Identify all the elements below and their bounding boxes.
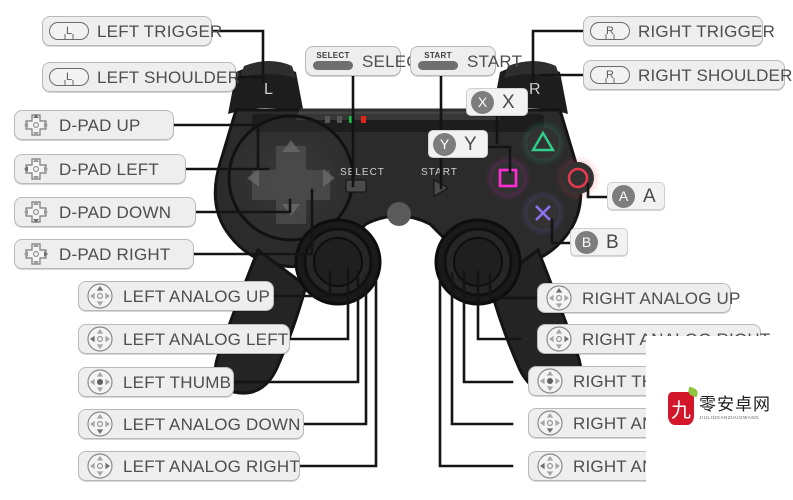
callout-label: X: [502, 91, 515, 113]
analog-down-icon: [87, 411, 113, 437]
watermark-cn-text: 零安卓网: [699, 395, 771, 416]
button-x-icon: X: [471, 90, 494, 114]
watermark-overlay: [646, 355, 793, 500]
callout-d-pad-down[interactable]: D-PAD DOWN: [14, 197, 196, 227]
callout-label: LEFT THUMB: [123, 372, 232, 392]
callout-right-analog-up[interactable]: RIGHT ANALOG UP: [537, 283, 740, 313]
callout-right-shoulder[interactable]: R RIGHT SHOULDER: [583, 60, 792, 90]
callout-d-pad-up[interactable]: D-PAD UP: [14, 110, 174, 140]
callout-label: LEFT ANALOG RIGHT: [123, 456, 300, 476]
callout-label: Y: [464, 133, 477, 155]
shoulder-right-letter: R: [529, 81, 541, 98]
callout-label: D-PAD LEFT: [59, 159, 159, 179]
diagram-canvas: L R SELECT START L LEFT TRIGGER L LEFT S…: [0, 0, 793, 500]
svg-text:START: START: [421, 167, 458, 178]
button-a-icon: A: [612, 184, 635, 208]
analog-up-icon: [87, 283, 113, 309]
analog-right-icon: [546, 326, 572, 352]
callout-label: RIGHT TRIGGER: [638, 21, 776, 41]
callout-button-y[interactable]: Y Y: [428, 130, 488, 158]
callout-button-a[interactable]: A A: [607, 182, 665, 210]
callout-label: RIGHT ANALOG UP: [582, 288, 741, 308]
right-analog-stick: [434, 218, 522, 306]
callout-d-pad-left[interactable]: D-PAD LEFT: [14, 154, 186, 184]
analog-right-icon: [87, 453, 113, 479]
left-analog-stick: [294, 218, 382, 306]
callout-label: LEFT SHOULDER: [97, 67, 241, 87]
analog-left-icon: [537, 453, 563, 479]
start-pill-icon: START: [417, 52, 459, 70]
shoulder-l-icon: L: [49, 22, 89, 40]
callout-label: START: [467, 51, 523, 71]
callout-label: A: [643, 185, 656, 207]
callout-label: LEFT TRIGGER: [97, 21, 223, 41]
callout-label: D-PAD RIGHT: [59, 244, 171, 264]
dpad-left-icon: [24, 158, 48, 180]
shoulder-r-icon: R: [590, 66, 630, 84]
analog-left-icon: [87, 326, 113, 352]
callout-left-shoulder[interactable]: L LEFT SHOULDER: [42, 62, 240, 92]
analog-up-icon: [546, 285, 572, 311]
callout-d-pad-right[interactable]: D-PAD RIGHT: [14, 239, 194, 269]
callout-left-analog-right[interactable]: LEFT ANALOG RIGHT: [78, 451, 300, 481]
seal-icon: 九: [668, 386, 699, 425]
callout-start[interactable]: START START: [410, 46, 522, 76]
callout-label: D-PAD DOWN: [59, 202, 172, 222]
analog-thumb-icon: [537, 368, 563, 394]
shoulder-l-icon: L: [49, 68, 89, 86]
dpad-down-icon: [24, 201, 48, 223]
callout-label: B: [606, 231, 619, 253]
watermark-en-text: JIULINGANZHUOWANG: [699, 414, 760, 420]
callout-left-analog-up[interactable]: LEFT ANALOG UP: [78, 281, 274, 311]
callout-button-b[interactable]: B B: [570, 228, 628, 256]
callout-label: LEFT ANALOG DOWN: [123, 414, 301, 434]
callout-label: LEFT ANALOG LEFT: [123, 329, 289, 349]
analog-thumb-icon: [87, 369, 113, 395]
shoulder-r-icon: R: [590, 22, 630, 40]
callout-label: RIGHT SHOULDER: [638, 65, 793, 85]
callout-right-trigger[interactable]: R RIGHT TRIGGER: [583, 16, 775, 46]
callout-left-trigger[interactable]: L LEFT TRIGGER: [42, 16, 222, 46]
callout-left-analog-down[interactable]: LEFT ANALOG DOWN: [78, 409, 304, 439]
button-y-icon: Y: [433, 132, 456, 156]
select-pill-icon: SELECT: [312, 52, 354, 70]
callout-button-x[interactable]: X X: [466, 88, 528, 116]
button-b-icon: B: [575, 230, 598, 254]
callout-label: D-PAD UP: [59, 115, 141, 135]
watermark-overlay-upper: [646, 336, 793, 356]
svg-text:SELECT: SELECT: [340, 167, 385, 178]
callout-label: LEFT ANALOG UP: [123, 286, 271, 306]
callout-left-thumb[interactable]: LEFT THUMB: [78, 367, 234, 397]
analog-down-icon: [537, 410, 563, 436]
site-watermark-logo: 九 零安卓网 JIULINGANZHUOWANG: [668, 386, 771, 425]
shoulder-left-letter: L: [264, 81, 273, 98]
dpad-right-icon: [24, 243, 48, 265]
callout-select[interactable]: SELECT SELECT: [305, 46, 429, 76]
dpad-up-icon: [24, 114, 48, 136]
callout-left-analog-left[interactable]: LEFT ANALOG LEFT: [78, 324, 290, 354]
